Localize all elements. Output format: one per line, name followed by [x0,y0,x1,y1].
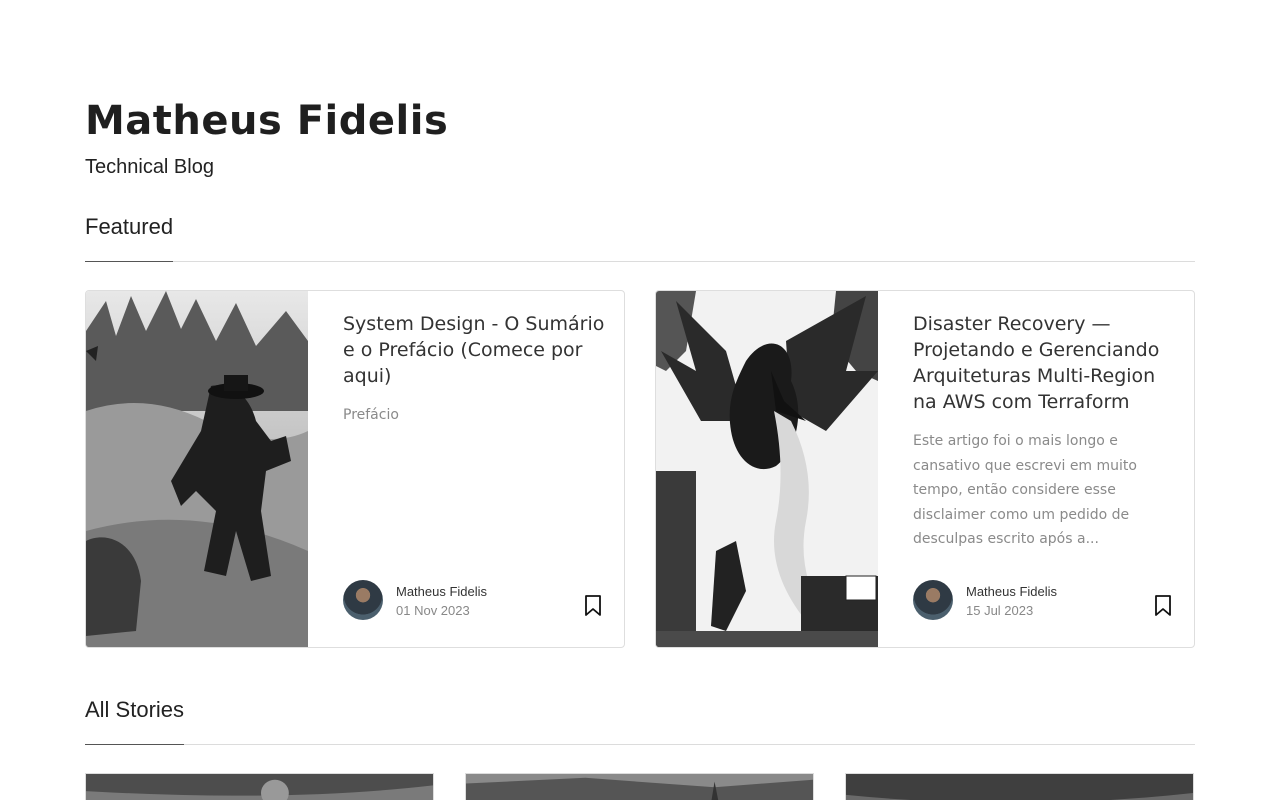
featured-card[interactable]: Disaster Recovery — Projetando e Gerenci… [655,290,1195,648]
post-meta: Matheus Fidelis 15 Jul 2023 [913,580,1153,622]
card-body: System Design - O Sumário e o Prefácio (… [343,311,608,428]
traveler-illustration-image[interactable] [86,291,308,647]
featured-heading: Featured [85,214,174,262]
post-date: 01 Nov 2023 [396,603,470,618]
all-stories-heading: All Stories [85,697,185,745]
bookmark-icon[interactable] [584,595,602,617]
card-body: Disaster Recovery — Projetando e Gerenci… [913,311,1178,552]
post-excerpt: Este artigo foi o mais longo e cansativo… [913,433,1137,547]
author-name[interactable]: Matheus Fidelis [396,584,487,599]
featured-card[interactable]: System Design - O Sumário e o Prefácio (… [85,290,625,648]
dragon-illustration-image[interactable] [656,291,878,647]
post-title[interactable]: Disaster Recovery — Projetando e Gerenci… [913,311,1178,415]
post-meta: Matheus Fidelis 01 Nov 2023 [343,580,583,622]
all-stories-section-header: All Stories [85,697,1195,745]
post-excerpt: Prefácio [343,407,399,423]
bookmark-icon[interactable] [1154,595,1172,617]
site-title[interactable]: Matheus Fidelis [85,98,448,144]
post-date: 15 Jul 2023 [966,603,1034,618]
story-thumbnail-2[interactable] [465,773,814,800]
story-thumbnail-1[interactable] [85,773,434,800]
author-name[interactable]: Matheus Fidelis [966,584,1057,599]
site-subtitle: Technical Blog [85,156,214,178]
dragon-illustration-icon [656,291,878,647]
story-thumbnail-3[interactable] [845,773,1194,800]
featured-section-header: Featured [85,214,1195,262]
author-avatar[interactable] [343,580,383,620]
traveler-illustration-icon [86,291,308,647]
post-title[interactable]: System Design - O Sumário e o Prefácio (… [343,311,608,389]
author-avatar[interactable] [913,580,953,620]
